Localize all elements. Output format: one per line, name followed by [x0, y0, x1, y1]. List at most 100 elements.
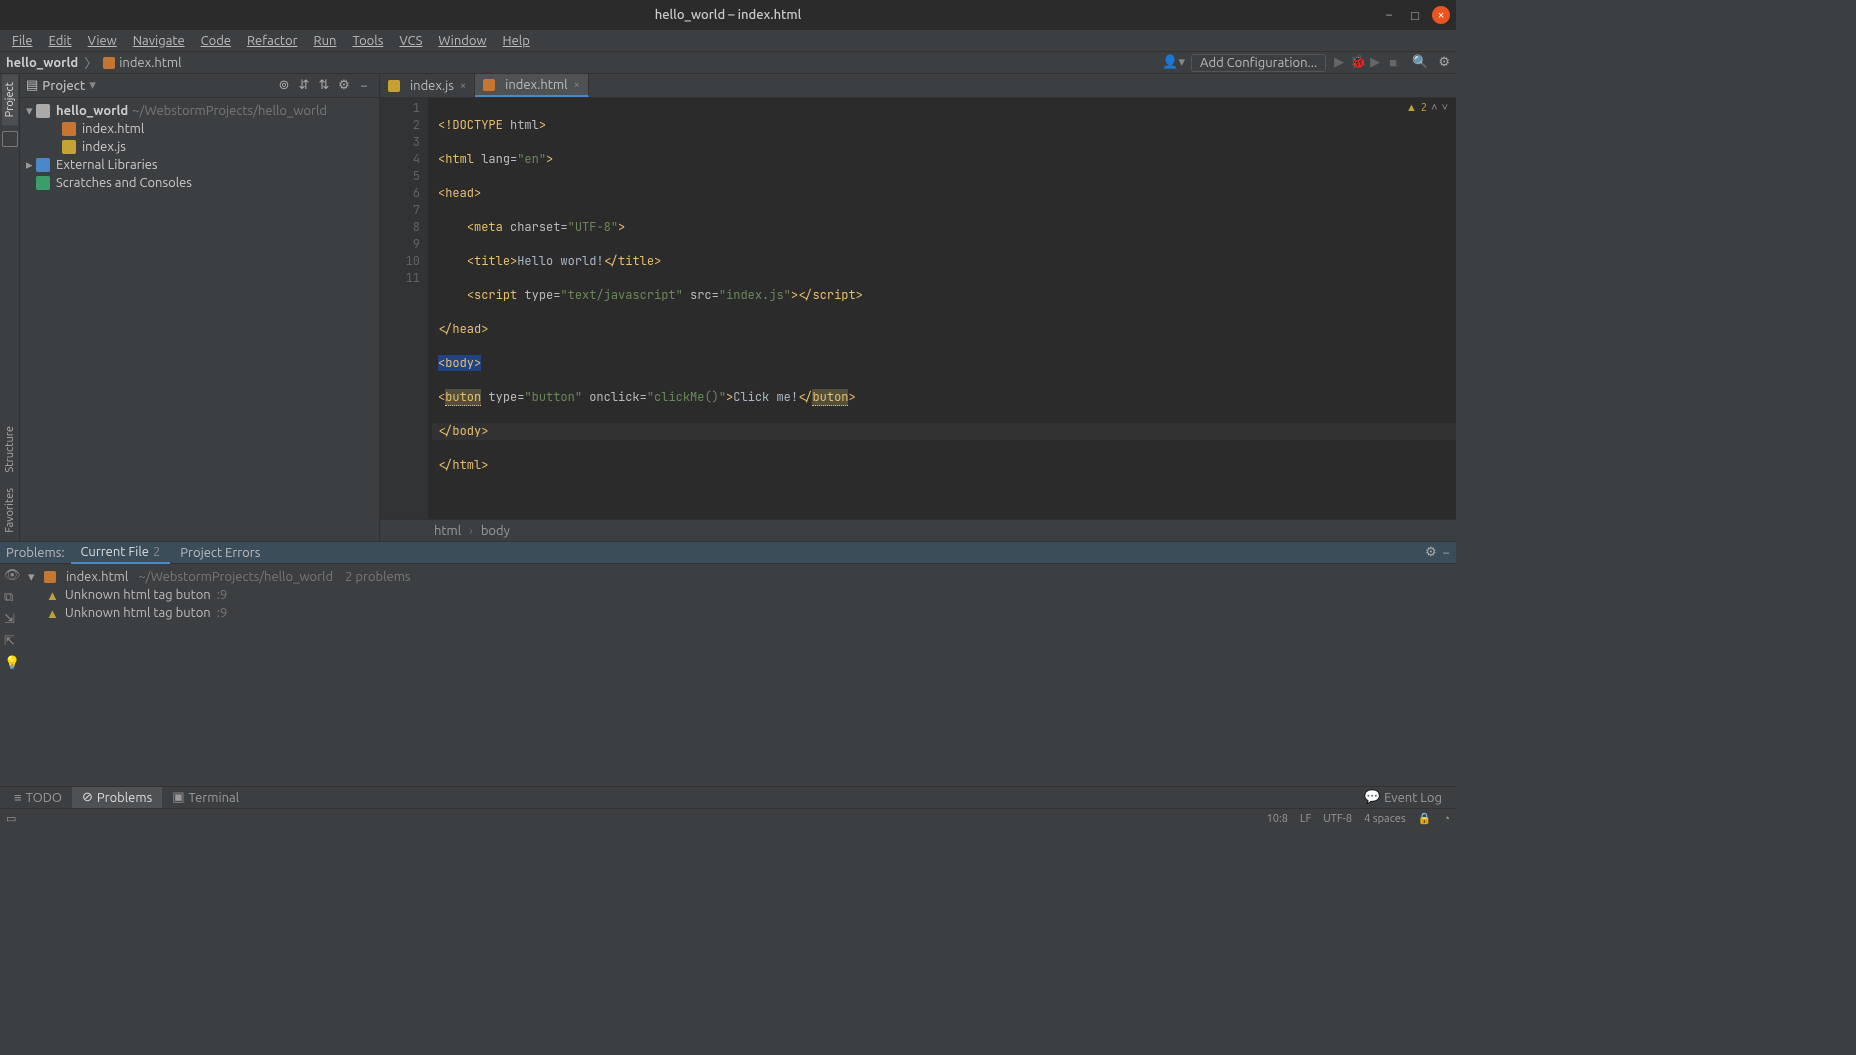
menu-view[interactable]: View: [80, 32, 125, 50]
settings-icon[interactable]: ⚙: [1438, 55, 1450, 70]
problem-item[interactable]: ▲ Unknown html tag buton :9: [28, 604, 1450, 622]
inspection-indicator[interactable]: ▲ 2 ˄ ˅: [1406, 102, 1448, 114]
tree-root-row[interactable]: ▾ hello_world ~/WebstormProjects/hello_w…: [20, 102, 379, 120]
maximize-button[interactable]: □: [1406, 6, 1424, 24]
copy-icon[interactable]: ⧉: [4, 590, 18, 604]
menu-refactor[interactable]: Refactor: [239, 32, 306, 50]
locate-icon[interactable]: ⊚: [275, 77, 293, 95]
status-caret-position[interactable]: 10:8: [1267, 813, 1288, 825]
add-configuration-button[interactable]: Add Configuration...: [1191, 54, 1326, 72]
problems-tool-window: Problems: Current File 2 Project Errors …: [0, 541, 1456, 786]
hide-panel-icon[interactable]: −: [355, 77, 373, 95]
expand-icon[interactable]: ⇲: [4, 612, 18, 626]
debug-icon[interactable]: 🐞: [1350, 55, 1364, 70]
project-view-dropdown-icon[interactable]: ▾: [89, 78, 96, 93]
minimize-button[interactable]: −: [1380, 6, 1398, 24]
window-title: hello_world – index.html: [655, 8, 802, 22]
tool-tab-structure[interactable]: Structure: [2, 418, 18, 481]
tool-tab-event-log[interactable]: 💬Event Log: [1354, 787, 1452, 809]
line-number-gutter: 1 2 3 4 5 6 7 8 9 10 11: [380, 98, 428, 519]
navigation-bar: hello_world 〉 index.html 👤▾ Add Configur…: [0, 52, 1456, 74]
chevron-up-icon[interactable]: ˄: [1431, 102, 1437, 114]
editor-tab-index-js[interactable]: index.js ×: [380, 74, 475, 97]
tree-file-row[interactable]: index.html: [20, 120, 379, 138]
tool-tab-terminal[interactable]: ▣Terminal: [162, 787, 249, 809]
close-tab-icon[interactable]: ×: [460, 80, 466, 92]
project-tool-icon: [2, 131, 18, 147]
nav-file-crumb[interactable]: index.html: [119, 56, 181, 70]
search-icon[interactable]: 🔍: [1412, 55, 1428, 70]
status-indent[interactable]: 4 spaces: [1364, 813, 1406, 825]
project-tool-window: ▤ Project ▾ ⊚ ⇵ ⇅ ⚙ − ▾ hello_world ~/We…: [20, 74, 380, 541]
code-content[interactable]: <!DOCTYPE html> <html lang="en"> <head> …: [428, 98, 1456, 519]
library-icon: [36, 158, 50, 172]
status-encoding[interactable]: UTF-8: [1323, 813, 1352, 825]
tab-project-errors[interactable]: Project Errors: [170, 542, 270, 564]
tool-tab-todo[interactable]: ≡TODO: [4, 787, 72, 809]
expand-all-icon[interactable]: ⇵: [295, 77, 313, 95]
hide-panel-icon[interactable]: −: [1443, 546, 1450, 560]
chevron-down-icon[interactable]: ˅: [1442, 102, 1448, 114]
tab-current-file[interactable]: Current File 2: [71, 542, 171, 564]
menu-help[interactable]: Help: [495, 32, 538, 50]
problem-item[interactable]: ▲ Unknown html tag buton :9: [28, 586, 1450, 604]
speech-bubble-icon: 💬: [1364, 790, 1380, 805]
menu-edit[interactable]: Edit: [41, 32, 80, 50]
editor-area: index.js × index.html × 1 2 3 4 5 6 7 8 …: [380, 74, 1456, 541]
stop-icon[interactable]: ■: [1386, 55, 1400, 70]
close-button[interactable]: ×: [1432, 6, 1450, 24]
menu-code[interactable]: Code: [193, 32, 239, 50]
tool-tab-favorites[interactable]: Favorites: [2, 480, 18, 541]
problems-tree[interactable]: ▾ index.html ~/WebstormProjects/hello_wo…: [22, 564, 1456, 786]
editor-tab-index-html[interactable]: index.html ×: [475, 74, 589, 97]
status-line-separator[interactable]: LF: [1300, 813, 1311, 825]
code-editor[interactable]: 1 2 3 4 5 6 7 8 9 10 11 <!DOCTYPE html> …: [380, 98, 1456, 519]
menu-vcs[interactable]: VCS: [391, 32, 430, 50]
tool-tab-problems[interactable]: ⊘Problems: [72, 787, 162, 809]
project-tree[interactable]: ▾ hello_world ~/WebstormProjects/hello_w…: [20, 98, 379, 196]
tree-external-libraries[interactable]: ▸ External Libraries: [20, 156, 379, 174]
terminal-icon: ▣: [172, 790, 184, 805]
problems-file-row[interactable]: ▾ index.html ~/WebstormProjects/hello_wo…: [28, 568, 1450, 586]
menu-window[interactable]: Window: [430, 32, 494, 50]
tool-tab-project[interactable]: Project: [2, 74, 18, 125]
breadcrumb-item[interactable]: html: [434, 524, 461, 538]
tree-scratches[interactable]: Scratches and Consoles: [20, 174, 379, 192]
status-message-icon[interactable]: ▭: [6, 812, 16, 825]
editor-tabs: index.js × index.html ×: [380, 74, 1456, 98]
js-file-icon: [388, 80, 400, 92]
chevron-right-icon[interactable]: ▸: [26, 158, 36, 173]
user-icon[interactable]: 👤▾: [1162, 55, 1185, 70]
chevron-down-icon[interactable]: ▾: [26, 104, 36, 119]
chevron-down-icon[interactable]: ▾: [28, 570, 38, 585]
breadcrumb-item[interactable]: body: [481, 524, 510, 538]
html-file-icon: [483, 79, 495, 91]
bulb-icon[interactable]: 💡: [4, 656, 18, 670]
html-file-icon: [103, 57, 115, 69]
inspection-profile-icon[interactable]: ◔: [1443, 813, 1450, 825]
html-file-icon: [62, 122, 76, 136]
menu-tools[interactable]: Tools: [344, 32, 391, 50]
lock-icon[interactable]: 🔒: [1418, 812, 1432, 825]
nav-project-crumb[interactable]: hello_world: [6, 56, 78, 70]
collapse-all-icon[interactable]: ⇅: [315, 77, 333, 95]
tree-file-row[interactable]: index.js: [20, 138, 379, 156]
menu-file[interactable]: File: [4, 32, 41, 50]
menu-run[interactable]: Run: [306, 32, 345, 50]
coverage-icon[interactable]: ▶: [1368, 55, 1382, 70]
warning-icon: ▲: [46, 588, 59, 603]
warning-icon: ▲: [1406, 102, 1417, 114]
gear-icon[interactable]: ⚙: [335, 77, 353, 95]
chevron-right-icon: ›: [469, 524, 473, 538]
project-panel-title[interactable]: Project: [42, 79, 85, 93]
menu-navigate[interactable]: Navigate: [125, 32, 193, 50]
collapse-icon[interactable]: ⇱: [4, 634, 18, 648]
run-icon[interactable]: ▶: [1332, 55, 1346, 70]
close-tab-icon[interactable]: ×: [573, 79, 579, 91]
eye-icon[interactable]: 👁: [4, 568, 18, 582]
left-tool-stripe: Project Structure Favorites: [0, 74, 20, 541]
gear-icon[interactable]: ⚙: [1425, 545, 1437, 560]
warning-icon: ⊘: [82, 790, 93, 805]
chevron-right-icon: 〉: [84, 53, 97, 72]
tree-root-name: hello_world: [56, 104, 128, 118]
